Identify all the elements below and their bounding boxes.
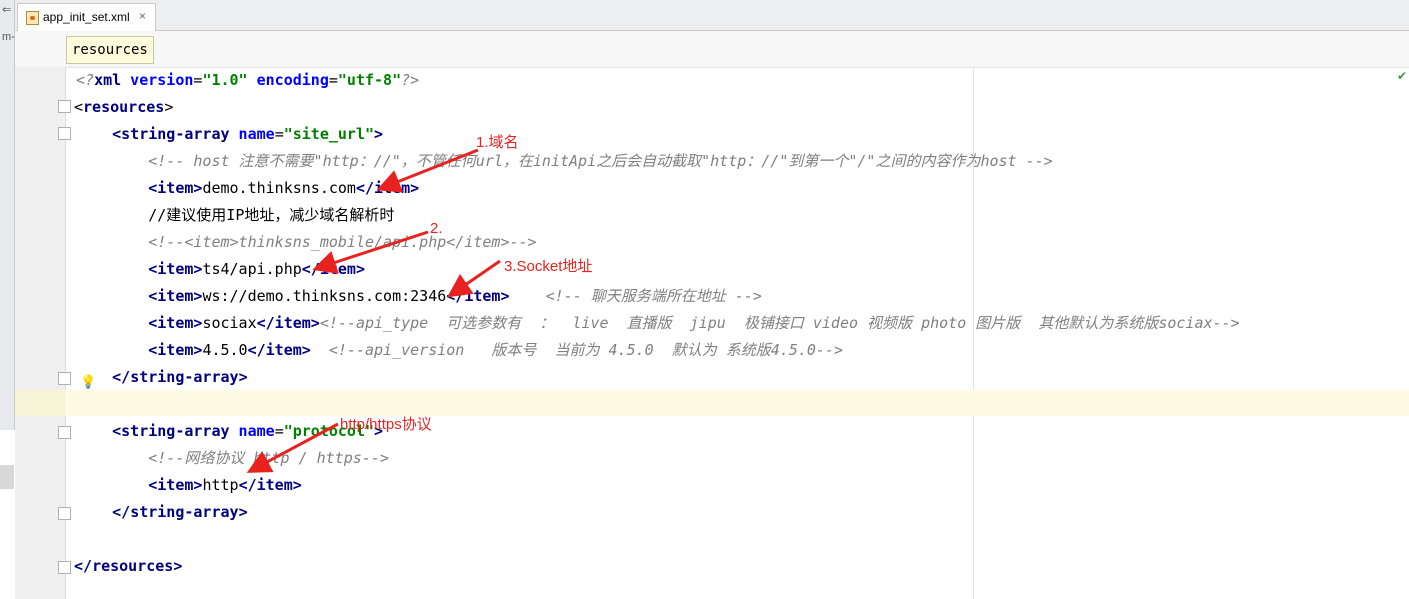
annotation-protocol: http/https协议 xyxy=(340,416,432,433)
annotation-api-path: 2. xyxy=(430,220,443,237)
arrow-domain xyxy=(376,148,479,193)
arrow-socket xyxy=(447,259,501,298)
annotation-socket: 3.Socket地址 xyxy=(504,258,593,275)
annotation-domain: 1.域名 xyxy=(476,134,519,151)
arrow-api-path xyxy=(312,230,429,274)
arrow-protocol xyxy=(246,422,339,473)
annotation-arrows xyxy=(246,148,501,473)
